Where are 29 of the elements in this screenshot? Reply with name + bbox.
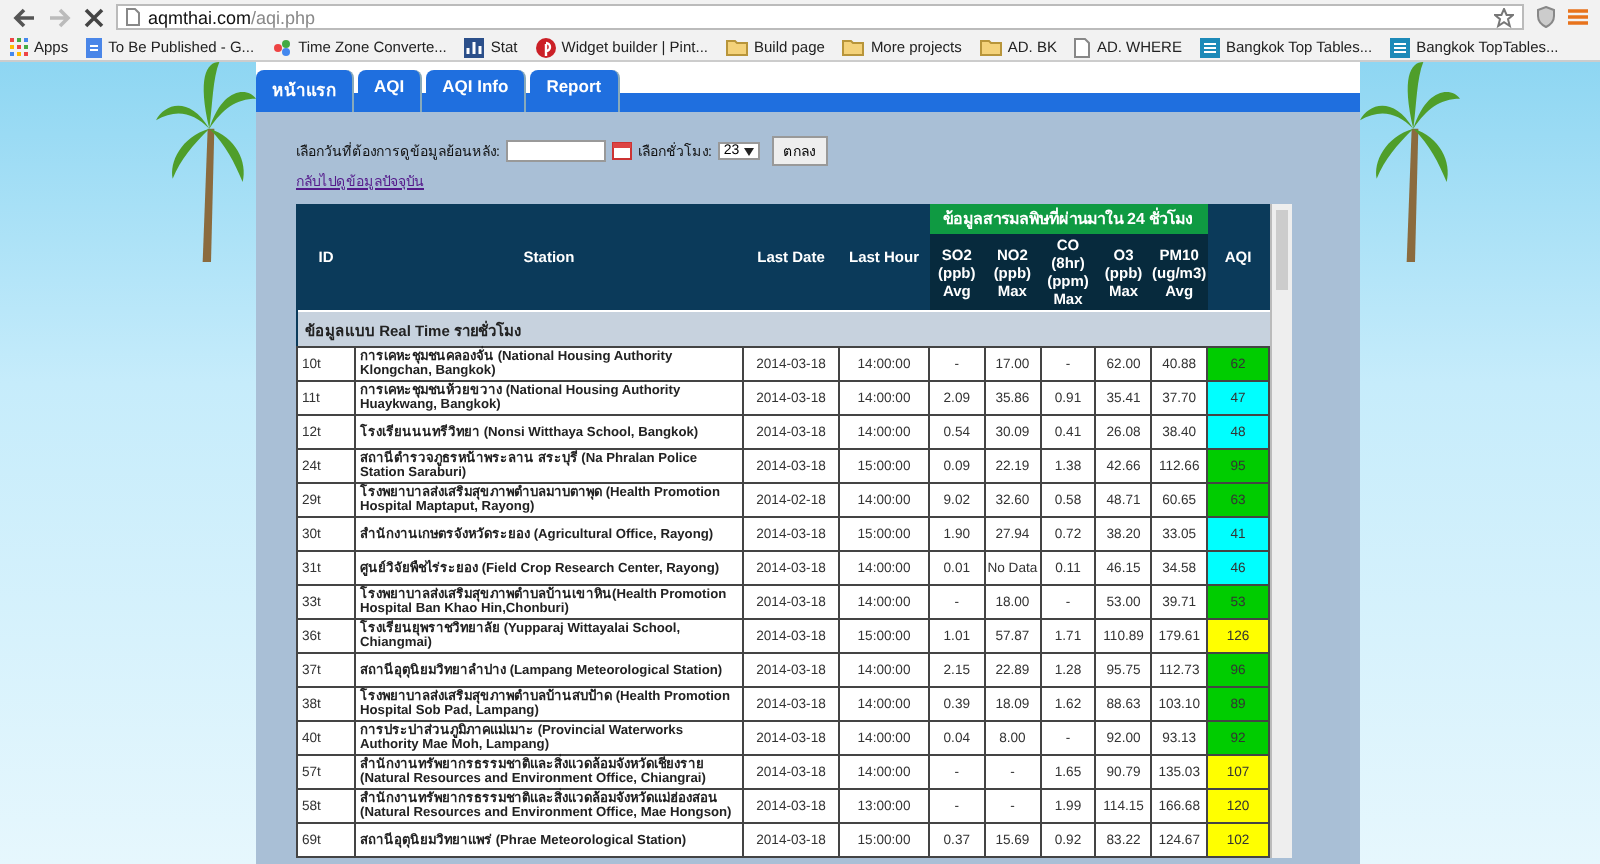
close-icon[interactable] [84, 7, 104, 27]
folder-icon [725, 38, 748, 56]
nav-tab[interactable]: AQI Info [426, 70, 527, 114]
url-text: aqmthai.com/aqi.php [148, 7, 318, 27]
caret-icon [743, 147, 754, 155]
pin-icon [535, 37, 556, 57]
site-icon [1390, 37, 1411, 57]
back-icon[interactable] [12, 5, 36, 29]
column-group-header: ข้อมูลสารมลพิษที่ผ่านมาใน 24 ชั่วโมง [929, 204, 1207, 234]
chart-icon [464, 37, 485, 57]
page-icon [126, 8, 140, 26]
grid-icon [10, 38, 28, 56]
page-icon [1074, 37, 1091, 57]
nav-tab[interactable]: AQI [358, 70, 423, 114]
menu-icon[interactable] [1568, 8, 1588, 26]
dots-icon [272, 37, 293, 57]
forward-icon[interactable] [48, 5, 72, 29]
nav-tab[interactable]: Report [530, 70, 620, 114]
scrollbar[interactable] [1270, 204, 1292, 858]
calendar-icon[interactable] [611, 142, 632, 160]
folder-icon [979, 38, 1002, 56]
date-field[interactable] [505, 140, 606, 162]
folder-icon [842, 38, 865, 56]
nav-tab[interactable]: หน้าแรก [256, 70, 354, 114]
site-icon [1199, 37, 1220, 57]
shield-icon[interactable] [1536, 6, 1556, 28]
address-bar[interactable]: aqmthai.com/aqi.php [116, 4, 1524, 30]
star-icon[interactable] [1494, 7, 1514, 27]
document-icon [86, 37, 103, 57]
